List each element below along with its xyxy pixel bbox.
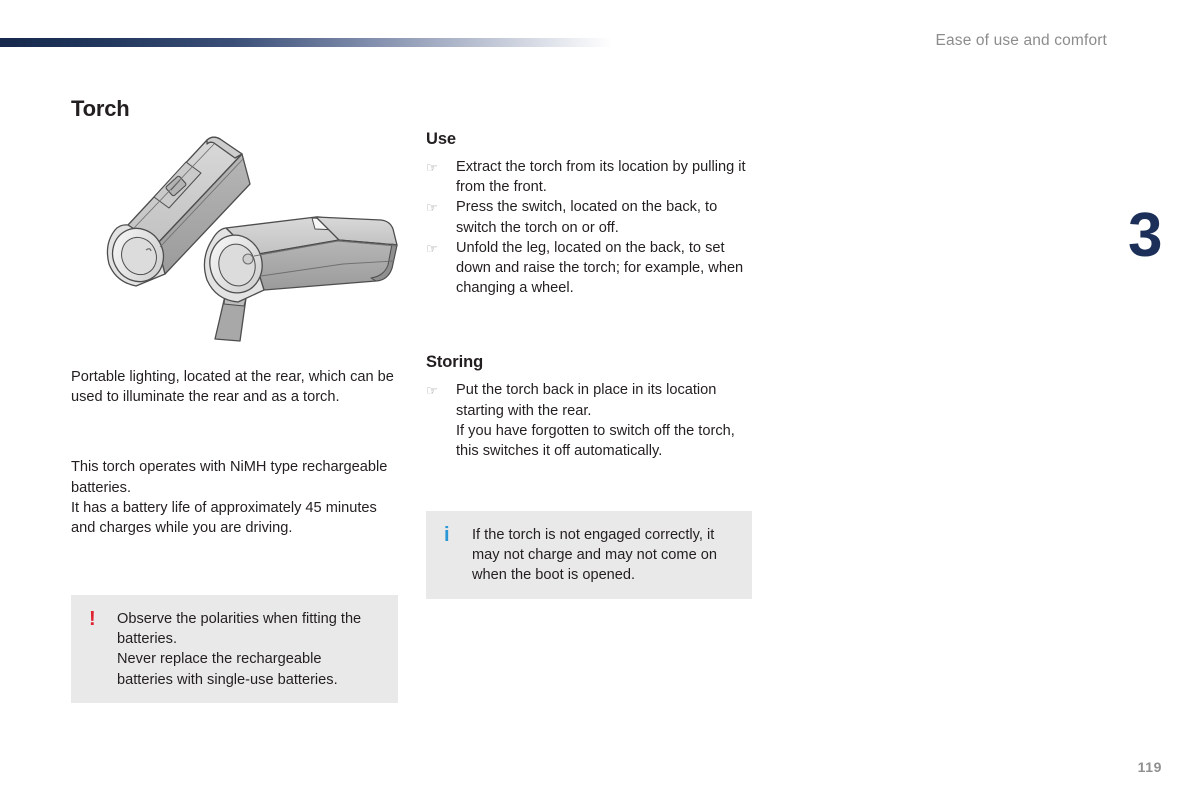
right-column: Use ☞ Extract the torch from its locatio…: [426, 130, 756, 461]
list-item-text: Press the switch, located on the back, t…: [456, 199, 718, 236]
pointing-hand-icon: ☞: [426, 200, 438, 216]
use-instruction-list: ☞ Extract the torch from its location by…: [426, 157, 756, 298]
warning-callout-line-2: Never replace the rechargeable batteries…: [117, 651, 338, 688]
battery-paragraph-line-1: This torch operates with NiMH type recha…: [71, 459, 388, 496]
left-column: Portable lighting, located at the rear, …: [71, 367, 401, 538]
page-title: Torch: [71, 95, 130, 121]
list-item: ☞ Press the switch, located on the back,…: [426, 197, 756, 237]
list-item: ☞ Unfold the leg, located on the back, t…: [426, 238, 756, 299]
storing-heading: Storing: [426, 353, 484, 372]
use-heading: Use: [426, 130, 456, 148]
information-icon: i: [444, 524, 450, 546]
pointing-hand-icon: ☞: [426, 160, 438, 175]
intro-paragraph: Portable lighting, located at the rear, …: [71, 369, 394, 406]
page-number: 119: [1137, 759, 1162, 775]
header-gradient-rule: [0, 38, 612, 47]
list-item-text: Extract the torch from its location by p…: [456, 159, 746, 196]
list-item-text: Unfold the leg, located on the back, to …: [456, 239, 744, 297]
header-section-title: Ease of use and comfort: [935, 32, 1107, 49]
info-callout-body: If the torch is not engaged correctly, i…: [472, 527, 717, 584]
list-item: ☞ Put the torch back in place in its loc…: [426, 380, 756, 420]
info-callout: i If the torch is not engaged correctly,…: [426, 511, 752, 599]
warning-callout-body: Observe the polarities when fitting the …: [117, 609, 380, 688]
warning-callout: ! Observe the polarities when fitting th…: [71, 595, 398, 703]
list-item-text: Put the torch back in place in its locat…: [456, 382, 717, 419]
warning-callout-line-1: Observe the polarities when fitting the …: [117, 611, 362, 648]
storing-continuation-text: If you have forgotten to switch off the …: [456, 422, 735, 460]
storing-instruction-list: ☞ Put the torch back in place in its loc…: [426, 380, 756, 420]
torch-lower-right: [203, 216, 398, 342]
pointing-hand-icon: ☞: [426, 240, 438, 256]
battery-paragraph-line-2: It has a battery life of approximately 4…: [71, 499, 377, 537]
warning-exclamation-icon: !: [89, 608, 96, 630]
torch-illustration: [68, 128, 418, 353]
pointing-hand-icon: ☞: [426, 383, 438, 399]
list-item: ☞ Extract the torch from its location by…: [426, 157, 756, 197]
chapter-number: 3: [1128, 201, 1162, 270]
